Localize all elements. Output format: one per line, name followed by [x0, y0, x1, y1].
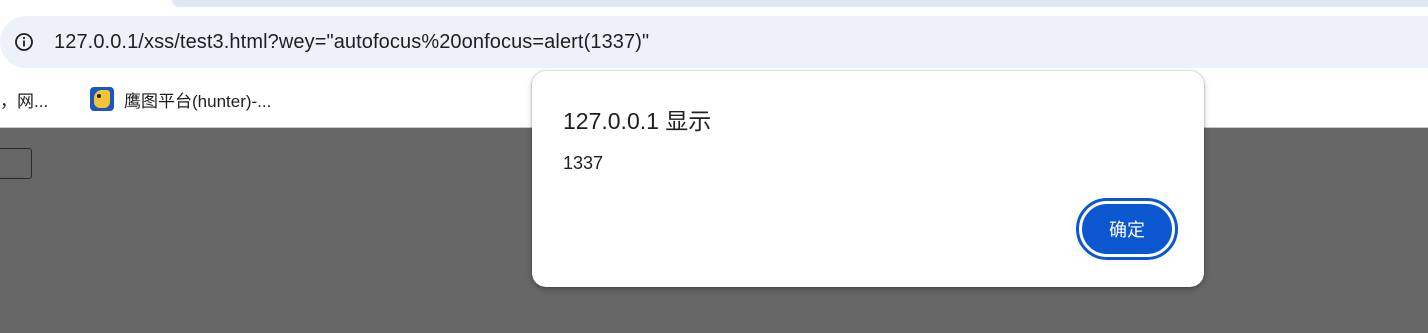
page-text-input[interactable]	[0, 148, 32, 179]
bookmark-item-hunter[interactable]: 鹰图平台(hunter)-...	[90, 86, 271, 112]
ok-button[interactable]: 确定	[1076, 198, 1178, 260]
dialog-title: 127.0.0.1 显示	[563, 108, 712, 134]
tab-strip-background	[172, 0, 1428, 7]
bookmark-label: 鹰图平台(hunter)-...	[124, 91, 272, 111]
info-circle-icon[interactable]	[10, 28, 38, 56]
hunter-bird-favicon-icon	[90, 87, 114, 111]
bookmark-item[interactable]: ，网...	[0, 86, 48, 112]
url-text[interactable]: 127.0.0.1/xss/test3.html?wey="autofocus%…	[54, 29, 649, 55]
bookmark-label: ，网...	[0, 91, 49, 111]
address-bar[interactable]: 127.0.0.1/xss/test3.html?wey="autofocus%…	[0, 16, 1428, 68]
tab-strip	[0, 0, 1428, 8]
alert-dialog: 127.0.0.1 显示 1337 确定	[532, 71, 1204, 287]
dialog-message: 1337	[563, 153, 604, 173]
